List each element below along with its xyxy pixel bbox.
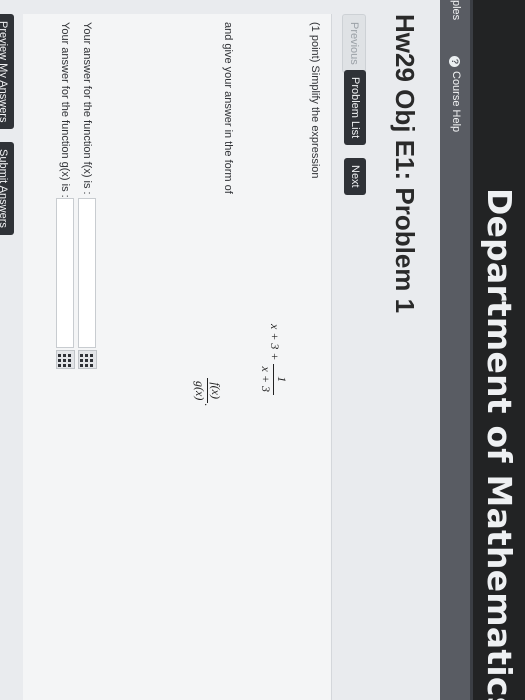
page-title: Hw29 Obj E1: Problem 1 xyxy=(390,14,420,314)
form-denominator: g(x) xyxy=(192,378,208,404)
problem-list-button[interactable]: Problem List xyxy=(344,70,366,146)
nav-cutoff-link[interactable]: ples xyxy=(450,0,462,20)
course-help-link[interactable]: ? Course Help xyxy=(449,56,462,132)
submit-answers-button[interactable]: Submit Answers xyxy=(0,142,14,235)
site-header: Department of Mathematics xyxy=(473,0,525,700)
equation-editor-g-icon[interactable] xyxy=(56,350,75,369)
expression-lead: x + 3 + xyxy=(267,324,282,361)
equation-editor-f-icon[interactable] xyxy=(78,350,97,369)
preview-answers-button[interactable]: Preview My Answers xyxy=(0,14,14,130)
main-content: Hw29 Obj E1: Problem 1 Previous Problem … xyxy=(0,0,440,700)
expression-fraction: 1 x + 3 xyxy=(258,363,289,395)
answer-f-input[interactable] xyxy=(78,198,96,348)
course-help-label: Course Help xyxy=(450,71,462,133)
answer-f-label: Your answer for the function f(x) is : xyxy=(81,22,93,195)
form-numerator: f(x) xyxy=(209,382,223,399)
department-title: Department of Mathematics xyxy=(480,188,519,700)
sub-navigation: ples ? Course Help xyxy=(440,0,470,700)
form-period: . xyxy=(201,403,216,407)
fraction-numerator: 1 xyxy=(275,376,289,383)
form-instructions: and give your answer in the form of xyxy=(222,22,234,194)
fraction-denominator: x + 3 xyxy=(258,363,274,395)
answer-form: f(x) g(x) . xyxy=(192,378,223,406)
problem-intro: (1 point) Simplify the expression xyxy=(309,22,321,179)
next-button[interactable]: Next xyxy=(344,158,366,195)
answer-g-input[interactable] xyxy=(56,198,74,348)
problem-body: (1 point) Simplify the expression x + 3 … xyxy=(23,14,332,700)
help-circle-icon: ? xyxy=(449,56,460,67)
answer-g-label: Your answer for the function g(x) is : xyxy=(59,22,71,198)
expression: x + 3 + 1 x + 3 xyxy=(258,324,289,395)
webwork-page: Department of Mathematics ples ? Course H… xyxy=(0,0,525,700)
previous-button[interactable]: Previous xyxy=(342,14,366,73)
form-fraction: f(x) g(x) xyxy=(192,378,223,404)
header-divider xyxy=(470,0,473,700)
